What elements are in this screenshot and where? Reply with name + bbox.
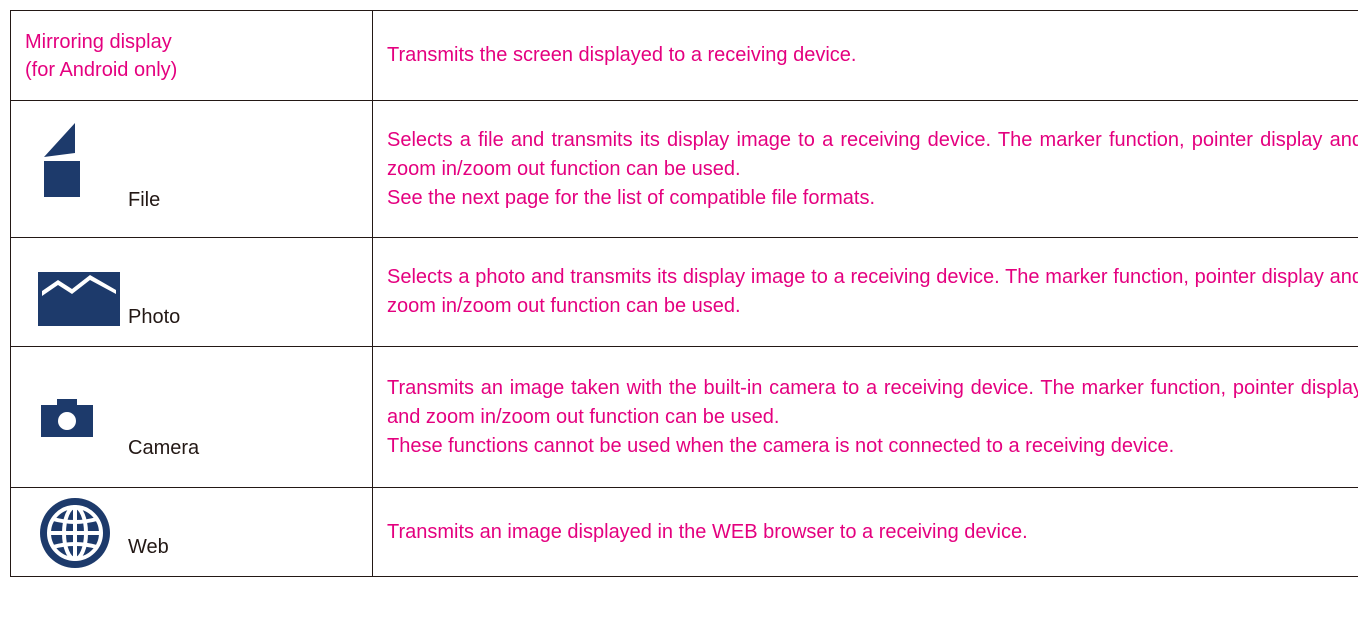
feature-cell: Web — [10, 487, 373, 577]
feature-table: Mirroring display (for Android only) Tra… — [10, 10, 1358, 577]
table-row-camera: Camera Transmits an image taken with the… — [10, 346, 1358, 488]
feature-cell: Camera — [10, 346, 373, 488]
description-mirroring: Transmits the screen displayed to a rece… — [387, 44, 857, 66]
table-row-photo: Photo Selects a photo and transmits its … — [10, 237, 1358, 347]
feature-cell: Photo — [10, 237, 373, 347]
description-photo: Selects a photo and transmits its displa… — [387, 266, 1358, 317]
feature-cell: Mirroring display (for Android only) — [10, 10, 373, 101]
feature-name-mirroring: Mirroring display (for Android only) — [25, 30, 178, 81]
description-cell: Transmits the screen displayed to a rece… — [372, 10, 1358, 101]
globe-icon — [39, 497, 111, 574]
table-row-mirroring: Mirroring display (for Android only) Tra… — [10, 10, 1358, 101]
description-cell: Transmits an image displayed in the WEB … — [372, 487, 1358, 577]
description-cell: Selects a file and transmits its display… — [372, 100, 1358, 238]
table-row-file: File Selects a file and transmits its di… — [10, 100, 1358, 238]
file-icon — [44, 123, 80, 202]
photo-icon — [38, 272, 120, 331]
feature-cell: File — [10, 100, 373, 238]
description-file: Selects a file and transmits its display… — [387, 128, 1358, 209]
feature-label-camera: Camera — [128, 437, 200, 459]
description-cell: Transmits an image taken with the built-… — [372, 346, 1358, 488]
feature-label-web: Web — [128, 536, 169, 558]
feature-label-file: File — [128, 189, 161, 211]
description-camera: Transmits an image taken with the built-… — [387, 376, 1358, 457]
feature-label-photo: Photo — [128, 306, 181, 328]
camera-icon — [41, 399, 93, 442]
description-web: Transmits an image displayed in the WEB … — [387, 520, 1028, 543]
table-row-web: Web Transmits an image displayed in the … — [10, 487, 1358, 577]
description-cell: Selects a photo and transmits its displa… — [372, 237, 1358, 347]
